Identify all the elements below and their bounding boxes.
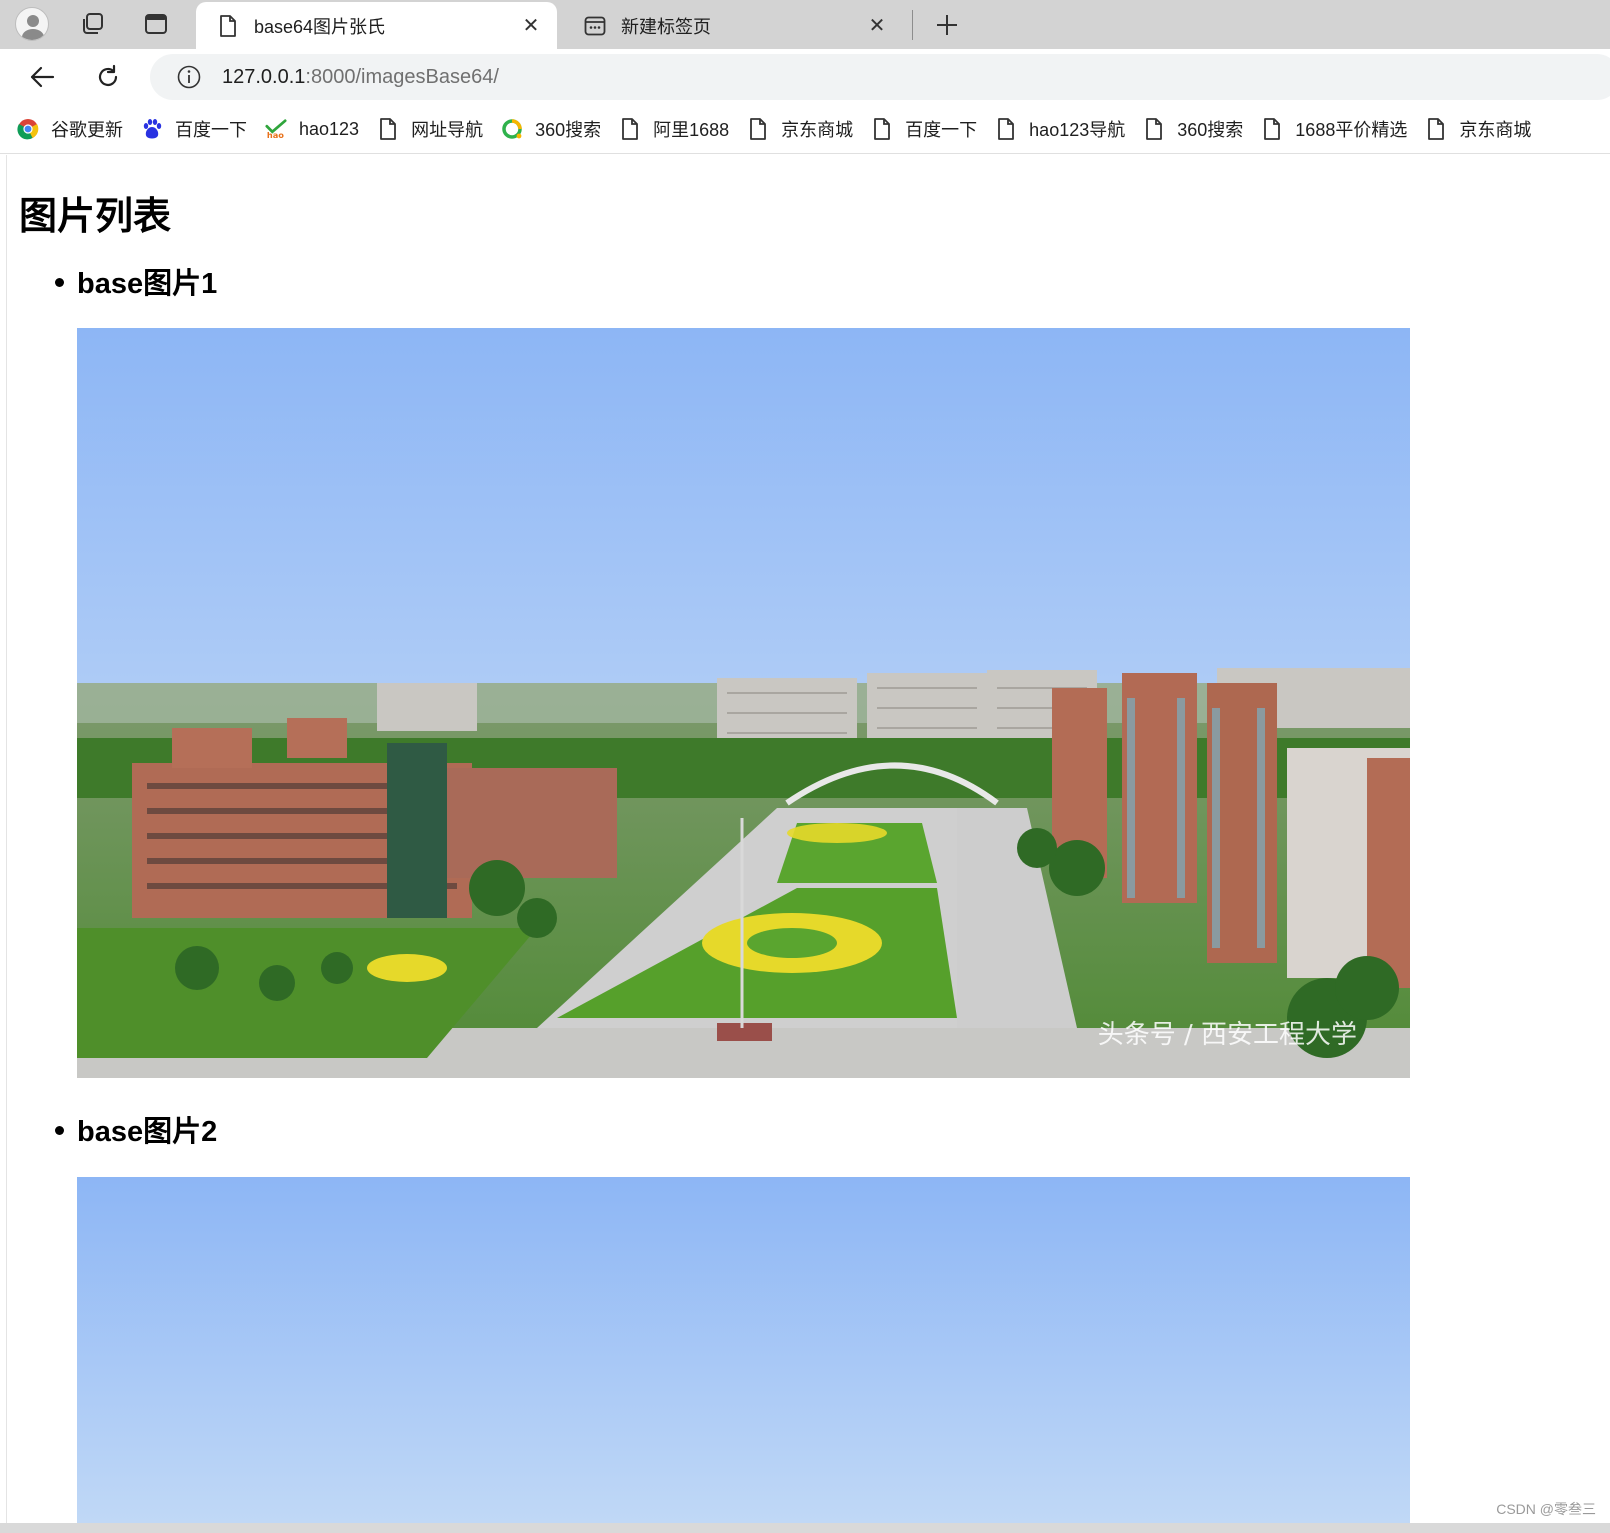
- hao123-icon: hao: [265, 118, 287, 140]
- bookmark-item[interactable]: 网址导航: [369, 111, 493, 147]
- info-icon[interactable]: [174, 62, 204, 92]
- list-item-label: base图片1: [77, 268, 218, 300]
- tab-inactive[interactable]: 新建标签页 ✕: [563, 2, 903, 49]
- address-bar[interactable]: 127.0.0.1:8000/imagesBase64/: [150, 54, 1610, 100]
- arrow-left-icon: [30, 66, 55, 88]
- vertical-tabs-icon: [145, 14, 167, 34]
- list-bullet: [55, 278, 64, 287]
- bookmark-label: 1688平价精选: [1295, 120, 1408, 140]
- refresh-icon: [98, 64, 118, 86]
- bookmark-item[interactable]: 阿里1688: [611, 111, 739, 147]
- bookmark-item[interactable]: hao123导航: [987, 111, 1135, 147]
- svg-text:hao: hao: [267, 130, 284, 140]
- bookmark-item[interactable]: 谷歌更新: [0, 111, 133, 147]
- page-icon: [619, 118, 641, 140]
- page-icon: [377, 118, 399, 140]
- page-viewport: 图片列表 base图片1 头条号 / 西安工程大学 base图片2 CSDN @…: [6, 155, 1610, 1523]
- chrome-icon: [17, 118, 39, 140]
- page-icon: [995, 118, 1017, 140]
- vertical-tabs-button[interactable]: [138, 6, 174, 42]
- bookmark-item[interactable]: 360搜索: [1135, 111, 1253, 147]
- bookmark-item[interactable]: 京东商城: [1417, 111, 1541, 147]
- list-bullet: [55, 1126, 64, 1135]
- tab-title: base64图片张氏: [254, 16, 386, 37]
- baidu-paw-icon: [141, 118, 163, 140]
- new-tab-button[interactable]: [928, 6, 966, 44]
- page-icon: [1425, 118, 1447, 140]
- bookmark-label: 百度一下: [175, 120, 247, 140]
- browser-toolbar: 127.0.0.1:8000/imagesBase64/: [0, 49, 1610, 105]
- bookmark-item[interactable]: 百度一下: [133, 111, 257, 147]
- tab-strip: base64图片张氏 ✕ 新建标签页 ✕: [0, 0, 1610, 49]
- bookmark-label: 360搜索: [1177, 120, 1244, 140]
- bookmark-item[interactable]: 百度一下: [863, 111, 987, 147]
- tab-separator: [912, 10, 913, 40]
- page-icon: [1143, 118, 1165, 140]
- bookmark-label: 阿里1688: [653, 120, 730, 140]
- photo-caption: 头条号 / 西安工程大学: [1098, 1020, 1357, 1050]
- url-host: 127.0.0.1: [222, 65, 306, 88]
- bookmark-label: hao123导航: [1029, 120, 1126, 140]
- tab-title: 新建标签页: [621, 16, 711, 37]
- plus-icon: [937, 15, 957, 35]
- new-tab-page-icon: [583, 14, 607, 38]
- bookmark-label: 百度一下: [905, 120, 978, 140]
- bookmark-item[interactable]: 1688平价精选: [1253, 111, 1417, 147]
- bookmark-label: 京东商城: [781, 120, 854, 140]
- watermark: CSDN @零叁三: [1496, 1501, 1596, 1517]
- page-icon: [216, 14, 240, 38]
- page-title: 图片列表: [19, 196, 172, 238]
- campus-photo: [77, 1177, 1410, 1523]
- back-button[interactable]: [22, 57, 62, 97]
- reload-button[interactable]: [88, 57, 128, 97]
- collections-icon: [83, 13, 103, 34]
- page-icon: [747, 118, 769, 140]
- tab-actions-button[interactable]: [75, 6, 111, 42]
- bookmark-label: 谷歌更新: [51, 120, 123, 140]
- 360-icon: [501, 118, 523, 140]
- url-text[interactable]: 127.0.0.1:8000/imagesBase64/: [222, 66, 499, 89]
- avatar-icon: [15, 7, 49, 41]
- bookmark-label: 京东商城: [1459, 120, 1532, 140]
- window-bottom-edge: [0, 1523, 1610, 1533]
- url-path: :8000/imagesBase64/: [305, 65, 499, 88]
- campus-photo: 头条号 / 西安工程大学: [77, 328, 1410, 1078]
- page-icon: [871, 118, 893, 140]
- tab-active[interactable]: base64图片张氏 ✕: [196, 2, 557, 49]
- bookmark-item[interactable]: 360搜索: [493, 111, 611, 147]
- list-item-label: base图片2: [77, 1116, 218, 1148]
- bookmarks-bar: 谷歌更新 百度一下 hao hao123 网址导航 360搜索 阿里1688 京…: [0, 105, 1610, 154]
- bookmark-label: 网址导航: [411, 120, 484, 140]
- bookmark-item[interactable]: hao hao123: [257, 111, 369, 147]
- bookmark-label: 360搜索: [535, 120, 602, 140]
- close-icon[interactable]: ✕: [517, 12, 545, 40]
- profile-button[interactable]: [14, 6, 50, 42]
- bookmark-item[interactable]: 京东商城: [739, 111, 863, 147]
- close-icon[interactable]: ✕: [863, 12, 891, 40]
- page-icon: [1261, 118, 1283, 140]
- bookmark-label: hao123: [299, 118, 360, 139]
